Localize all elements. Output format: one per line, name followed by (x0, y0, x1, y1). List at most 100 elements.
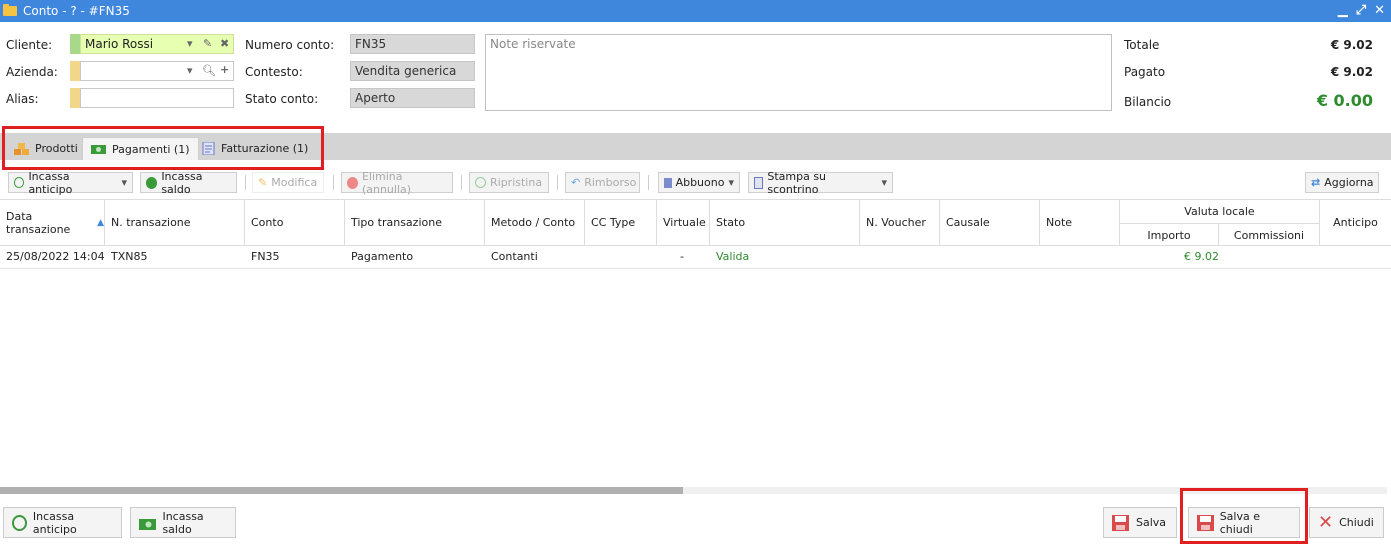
pagato-value: € 9.02 (1330, 65, 1373, 79)
minus-circle-icon (347, 176, 358, 189)
toolbar-separator (245, 175, 246, 190)
azienda-swatch (70, 61, 80, 81)
rimborso-label: Rimborso (584, 176, 637, 189)
col-anticipo[interactable]: Anticipo (1320, 199, 1391, 246)
cliente-label: Cliente: (6, 38, 53, 52)
search-icon[interactable]: 🔍︎ (202, 64, 216, 77)
cell-data: 25/08/2022 14:04 (6, 250, 105, 263)
incassa-saldo-button[interactable]: Incassa saldo (140, 169, 237, 196)
chevron-down-icon[interactable]: ▾ (121, 176, 127, 189)
stato-conto-label: Stato conto: (245, 92, 319, 106)
cliente-swatch (70, 34, 80, 54)
notes-placeholder: Note riservate (490, 37, 576, 51)
aggiorna-label: Aggiorna (1324, 176, 1374, 189)
col-causale[interactable]: Causale (940, 199, 1040, 246)
chevron-down-icon[interactable]: ▾ (728, 176, 734, 189)
incassa-saldo-label: Incassa saldo (161, 169, 203, 196)
footer-incassa-anticipo-button[interactable]: Incassa anticipo (3, 507, 122, 538)
receipt-icon (754, 176, 764, 189)
col-commissioni[interactable]: Commissioni (1219, 223, 1320, 246)
pagato-label: Pagato (1124, 65, 1166, 79)
cliente-value: Mario Rossi (85, 37, 154, 51)
chiudi-button[interactable]: ✕ Chiudi (1309, 507, 1384, 538)
col-metodo-conto[interactable]: Metodo / Conto (485, 199, 585, 246)
abbuono-label: Abbuono (675, 176, 725, 189)
undo-icon: ↶ (571, 176, 581, 189)
col-voucher-label: N. Voucher (866, 216, 926, 229)
col-importo-label: Importo (1147, 228, 1191, 242)
stampa-label: Stampa su scontrino (767, 169, 827, 196)
scrollbar-thumb[interactable] (0, 487, 683, 494)
contesto-field: Vendita generica (350, 61, 475, 81)
col-conto[interactable]: Conto (245, 199, 345, 246)
col-tipo-transazione[interactable]: Tipo transazione (345, 199, 485, 246)
ripristina-button[interactable]: Ripristina (469, 172, 549, 193)
elimina-button[interactable]: Elimina (annulla) (341, 169, 453, 196)
add-plus-icon[interactable]: + (220, 63, 229, 76)
rimborso-button[interactable]: ↶ Rimborso (565, 172, 640, 193)
toolbar-separator (461, 175, 462, 190)
minimize-icon[interactable]: ▁ (1338, 3, 1348, 18)
salva-label: Salva (1136, 516, 1167, 529)
col-tipo-label: Tipo transazione (351, 216, 442, 229)
title-bar: Conto - ? - #FN35 ▁ ⤢ ✕ (0, 0, 1391, 22)
aggiorna-button[interactable]: ⇄ Aggiorna (1305, 172, 1379, 193)
alias-field[interactable] (80, 88, 234, 108)
footer-incassa-saldo-button[interactable]: Incassa saldo (130, 507, 236, 538)
col-valuta-label: Valuta locale (1184, 204, 1255, 218)
stato-conto-field: Aperto (350, 88, 475, 108)
close-x-icon: ✕ (1318, 512, 1334, 533)
azienda-dropdown-icon[interactable]: ▾ (187, 64, 193, 77)
col-n-voucher[interactable]: N. Voucher (860, 199, 940, 246)
col-causale-label: Causale (946, 216, 990, 229)
col-anticipo-label: Anticipo (1333, 216, 1378, 229)
col-conto-label: Conto (251, 216, 284, 229)
col-note-label: Note (1046, 216, 1073, 229)
clear-x-icon[interactable]: ✖ (220, 37, 229, 50)
bilancio-label: Bilancio (1124, 95, 1172, 109)
cell-tipo: Pagamento (351, 250, 414, 263)
col-n-transazione[interactable]: N. transazione (105, 199, 245, 246)
folder-icon (3, 4, 17, 16)
incassa-anticipo-button[interactable]: Incassa anticipo ▾ (8, 170, 133, 196)
discount-icon (664, 177, 672, 188)
salva-button[interactable]: Salva (1103, 507, 1177, 538)
abbuono-button[interactable]: Abbuono ▾ (658, 172, 740, 193)
col-valuta-locale: Valuta locale (1120, 199, 1320, 223)
cell-metodo: Contanti (491, 250, 538, 263)
close-icon[interactable]: ✕ (1374, 3, 1385, 18)
stampa-scontrino-button[interactable]: Stampa su scontrino ▾ (748, 169, 893, 196)
maximize-icon[interactable]: ⤢ (1356, 3, 1366, 18)
money-icon (139, 518, 157, 530)
col-stato[interactable]: Stato (710, 199, 860, 246)
notes-textarea[interactable]: Note riservate (485, 34, 1112, 111)
window-controls: ▁ ⤢ ✕ (1338, 3, 1385, 18)
clock-icon (12, 514, 27, 531)
col-virtuale[interactable]: Virtuale (657, 199, 710, 246)
row-divider (0, 268, 1391, 269)
modifica-button[interactable]: ✎ Modifica (252, 172, 324, 193)
cell-conto: FN35 (251, 250, 280, 263)
azienda-label: Azienda: (6, 65, 58, 79)
col-importo[interactable]: Importo (1120, 223, 1219, 246)
col-commissioni-label: Commissioni (1233, 228, 1305, 242)
col-cc-type[interactable]: CC Type (585, 199, 657, 246)
elimina-label: Elimina (annulla) (361, 169, 412, 196)
toolbar-separator (557, 175, 558, 190)
cell-importo: € 9.02 (1184, 250, 1219, 263)
edit-pencil-icon[interactable]: ✎ (203, 37, 212, 50)
col-data-label: Data transazione (6, 209, 71, 236)
clock-icon (14, 177, 25, 188)
col-metodo-label: Metodo / Conto (491, 216, 576, 229)
col-data-transazione[interactable]: Data transazione ▲ (0, 199, 105, 246)
chevron-down-icon[interactable]: ▾ (881, 176, 887, 189)
numero-conto-label: Numero conto: (245, 38, 335, 52)
ripristina-label: Ripristina (490, 176, 543, 189)
numero-conto-field: FN35 (350, 34, 475, 54)
col-note[interactable]: Note (1040, 199, 1120, 246)
pencil-icon: ✎ (258, 176, 268, 189)
footer-incassa-saldo-label: Incassa saldo (162, 509, 204, 536)
cliente-dropdown-icon[interactable]: ▾ (187, 37, 193, 50)
restore-icon (475, 177, 486, 188)
totale-label: Totale (1124, 38, 1160, 52)
